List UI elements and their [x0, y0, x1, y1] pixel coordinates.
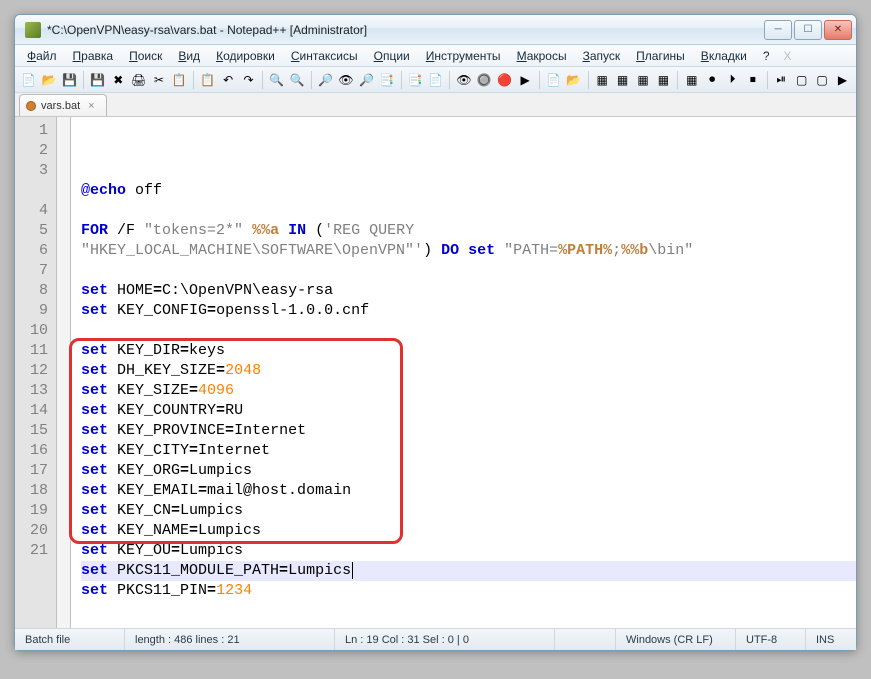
toolbar-btn-16[interactable]: 📑: [377, 70, 396, 90]
menu-инструменты[interactable]: Инструменты: [420, 47, 507, 65]
tabbar: vars.bat ×: [15, 93, 856, 117]
menu-запуск[interactable]: Запуск: [577, 47, 627, 65]
toolbar-btn-34[interactable]: ▢: [792, 70, 811, 90]
toolbar-btn-28[interactable]: ▦: [654, 70, 673, 90]
tab-label: vars.bat: [41, 100, 80, 112]
toolbar-btn-23[interactable]: 📄: [544, 70, 563, 90]
toolbar-btn-17[interactable]: 📑: [405, 70, 424, 90]
statusbar: Batch file length : 486 lines : 21 Ln : …: [15, 628, 856, 650]
code-area[interactable]: @echo off FOR /F "tokens=2*" %%a IN ('REG…: [71, 117, 856, 628]
status-mode: INS: [806, 629, 856, 650]
toolbar-btn-26[interactable]: ▦: [613, 70, 632, 90]
toolbar: 📄📂💾💾✖🖨✂📋📋↶↷🔍🔍🔎👁🔎📑📑📄👁🔘🔴▶📄📂▦▦▦▦▦⏺⏵⏹⏯▢▢▶: [15, 67, 856, 93]
app-icon: [25, 22, 41, 38]
status-eol: Windows (CR LF): [616, 629, 736, 650]
toolbar-btn-33[interactable]: ⏯: [772, 70, 791, 90]
toolbar-btn-25[interactable]: ▦: [593, 70, 612, 90]
toolbar-btn-12[interactable]: 🔍: [288, 70, 307, 90]
toolbar-btn-13[interactable]: 🔎: [316, 70, 335, 90]
code-line-wrap[interactable]: "HKEY_LOCAL_MACHINE\SOFTWARE\OpenVPN"') …: [81, 241, 856, 261]
menu-кодировки[interactable]: Кодировки: [210, 47, 281, 65]
toolbar-btn-7[interactable]: 📋: [170, 70, 189, 90]
toolbar-btn-9[interactable]: ↶: [218, 70, 237, 90]
menu-правка[interactable]: Правка: [67, 47, 120, 65]
editor[interactable]: 123456789101112131415161718192021 @echo …: [15, 117, 856, 628]
menu-плагины[interactable]: Плагины: [630, 47, 691, 65]
menu-extra[interactable]: X: [780, 47, 796, 65]
toolbar-btn-4[interactable]: ✖: [109, 70, 128, 90]
code-line-8[interactable]: set KEY_DIR=keys: [81, 341, 856, 361]
code-line-7[interactable]: [81, 321, 856, 341]
code-line-10[interactable]: set KEY_SIZE=4096: [81, 381, 856, 401]
status-length: length : 486 lines : 21: [125, 629, 335, 650]
code-line-13[interactable]: set KEY_CITY=Internet: [81, 441, 856, 461]
toolbar-btn-24[interactable]: 📂: [564, 70, 583, 90]
toolbar-btn-30[interactable]: ⏺: [702, 70, 721, 90]
code-line-12[interactable]: set KEY_PROVINCE=Internet: [81, 421, 856, 441]
toolbar-btn-18[interactable]: 📄: [426, 70, 445, 90]
unsaved-dot-icon: [26, 101, 36, 111]
toolbar-btn-20[interactable]: 🔘: [475, 70, 494, 90]
code-line-4[interactable]: [81, 261, 856, 281]
menu-вкладки[interactable]: Вкладки: [695, 47, 753, 65]
code-line-6[interactable]: set KEY_CONFIG=openssl-1.0.0.cnf: [81, 301, 856, 321]
code-line-15[interactable]: set KEY_EMAIL=mail@host.domain: [81, 481, 856, 501]
menu-вид[interactable]: Вид: [172, 47, 206, 65]
toolbar-btn-22[interactable]: ▶: [515, 70, 534, 90]
status-encoding: UTF-8: [736, 629, 806, 650]
tab-vars-bat[interactable]: vars.bat ×: [19, 94, 107, 116]
toolbar-btn-14[interactable]: 👁: [336, 70, 355, 90]
toolbar-btn-19[interactable]: 👁: [454, 70, 473, 90]
status-position: Ln : 19 Col : 31 Sel : 0 | 0: [335, 629, 555, 650]
menu-макросы[interactable]: Макросы: [511, 47, 573, 65]
toolbar-btn-5[interactable]: 🖨: [129, 70, 148, 90]
menu-?[interactable]: ?: [757, 47, 776, 65]
minimize-button[interactable]: ─: [764, 20, 792, 40]
line-number-gutter: 123456789101112131415161718192021: [15, 117, 57, 628]
code-line-9[interactable]: set DH_KEY_SIZE=2048: [81, 361, 856, 381]
toolbar-btn-2[interactable]: 💾: [60, 70, 79, 90]
code-line-2[interactable]: [81, 201, 856, 221]
menu-синтаксисы[interactable]: Синтаксисы: [285, 47, 364, 65]
code-line-21[interactable]: [81, 601, 856, 621]
toolbar-btn-36[interactable]: ▶: [833, 70, 852, 90]
maximize-button[interactable]: ☐: [794, 20, 822, 40]
close-button[interactable]: ✕: [824, 20, 852, 40]
code-line-1[interactable]: @echo off: [81, 181, 856, 201]
tab-close-icon[interactable]: ×: [85, 100, 97, 112]
toolbar-btn-10[interactable]: ↷: [239, 70, 258, 90]
toolbar-btn-1[interactable]: 📂: [39, 70, 58, 90]
code-line-20[interactable]: set PKCS11_PIN=1234: [81, 581, 856, 601]
menu-поиск[interactable]: Поиск: [123, 47, 168, 65]
toolbar-btn-6[interactable]: ✂: [149, 70, 168, 90]
code-line-19[interactable]: set PKCS11_MODULE_PATH=Lumpics: [81, 561, 856, 581]
code-line-14[interactable]: set KEY_ORG=Lumpics: [81, 461, 856, 481]
fold-gutter: [57, 117, 71, 628]
code-line-3[interactable]: FOR /F "tokens=2*" %%a IN ('REG QUERY: [81, 221, 856, 241]
code-line-16[interactable]: set KEY_CN=Lumpics: [81, 501, 856, 521]
toolbar-btn-35[interactable]: ▢: [812, 70, 831, 90]
toolbar-btn-8[interactable]: 📋: [198, 70, 217, 90]
toolbar-btn-29[interactable]: ▦: [682, 70, 701, 90]
app-window: *C:\OpenVPN\easy-rsa\vars.bat - Notepad+…: [14, 14, 857, 651]
code-line-18[interactable]: set KEY_OU=Lumpics: [81, 541, 856, 561]
toolbar-btn-27[interactable]: ▦: [633, 70, 652, 90]
toolbar-btn-11[interactable]: 🔍: [267, 70, 286, 90]
menu-файл[interactable]: Файл: [21, 47, 63, 65]
toolbar-btn-15[interactable]: 🔎: [357, 70, 376, 90]
menubar: ФайлПравкаПоискВидКодировкиСинтаксисыОпц…: [15, 45, 856, 67]
code-line-17[interactable]: set KEY_NAME=Lumpics: [81, 521, 856, 541]
status-filetype: Batch file: [15, 629, 125, 650]
code-line-5[interactable]: set HOME=C:\OpenVPN\easy-rsa: [81, 281, 856, 301]
toolbar-btn-0[interactable]: 📄: [19, 70, 38, 90]
toolbar-btn-32[interactable]: ⏹: [743, 70, 762, 90]
menu-опции[interactable]: Опции: [368, 47, 416, 65]
code-line-11[interactable]: set KEY_COUNTRY=RU: [81, 401, 856, 421]
titlebar[interactable]: *C:\OpenVPN\easy-rsa\vars.bat - Notepad+…: [15, 15, 856, 45]
toolbar-btn-31[interactable]: ⏵: [723, 70, 742, 90]
toolbar-btn-3[interactable]: 💾: [88, 70, 107, 90]
toolbar-btn-21[interactable]: 🔴: [495, 70, 514, 90]
window-title: *C:\OpenVPN\easy-rsa\vars.bat - Notepad+…: [47, 23, 764, 37]
